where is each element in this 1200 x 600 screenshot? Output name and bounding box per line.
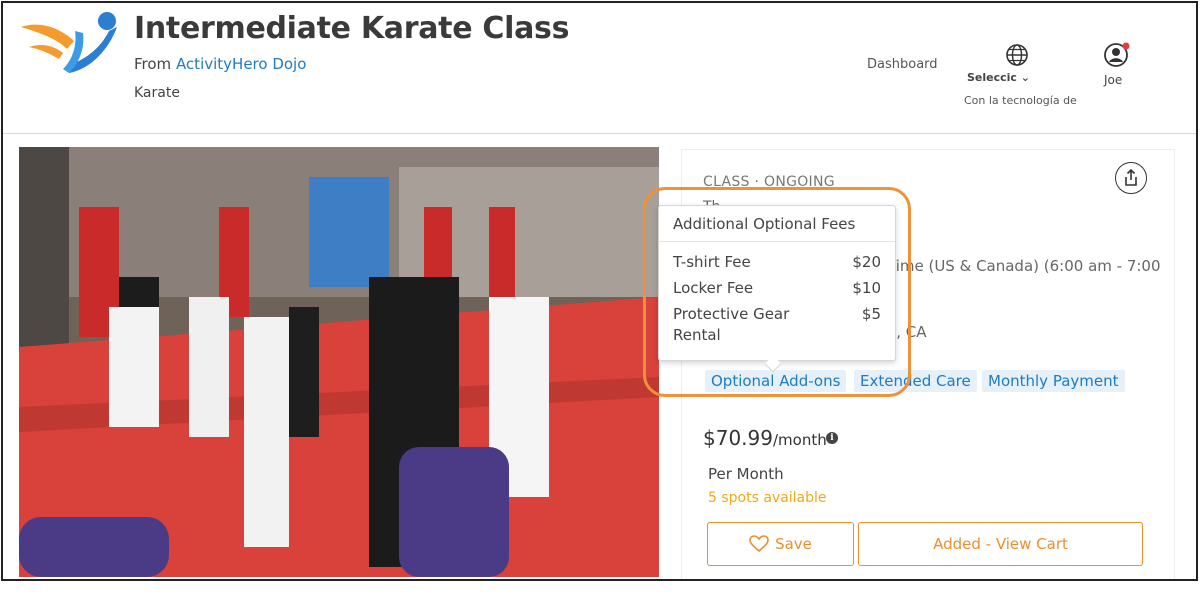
page-title: Intermediate Karate Class <box>134 11 570 46</box>
class-photo <box>19 147 659 577</box>
fee-price: $10 <box>852 279 881 297</box>
language-select-label: Seleccic <box>967 71 1017 84</box>
globe-icon[interactable] <box>1005 43 1029 67</box>
activityhero-logo[interactable] <box>19 9 127 79</box>
user-avatar-icon[interactable] <box>1103 41 1131 69</box>
cart-label: Added - View Cart <box>933 535 1068 553</box>
provider-link[interactable]: ActivityHero Dojo <box>176 55 306 73</box>
schedule-time: Time (US & Canada) (6:00 am - 7:00 <box>887 257 1161 275</box>
header-divider <box>3 133 1196 134</box>
share-button[interactable] <box>1115 162 1147 194</box>
availability-text: 5 spots available <box>708 490 827 506</box>
provider-line: From ActivityHero Dojo <box>134 55 306 73</box>
price: $70.99/month <box>703 426 827 450</box>
fee-price: $20 <box>852 253 881 271</box>
share-icon <box>1125 168 1137 186</box>
heart-icon <box>749 535 769 553</box>
tag-monthly-payment[interactable]: Monthly Payment <box>982 370 1125 392</box>
save-button[interactable]: Save <box>707 522 854 566</box>
fee-name: T-shirt Fee <box>673 253 751 271</box>
view-cart-button[interactable]: Added - View Cart <box>858 522 1143 566</box>
user-name[interactable]: Joe <box>1104 73 1122 87</box>
chevron-down-icon: ⌄ <box>1020 71 1031 84</box>
tag-extended-care[interactable]: Extended Care <box>854 370 977 392</box>
fee-name: Locker Fee <box>673 279 754 297</box>
nav-dashboard-link[interactable]: Dashboard <box>867 57 938 72</box>
info-icon[interactable]: i <box>826 432 838 444</box>
tag-optional-addons[interactable]: Optional Add-ons <box>705 370 847 392</box>
billing-period: Per Month <box>708 465 784 483</box>
class-status: CLASS · ONGOING <box>703 174 835 190</box>
price-unit: /month <box>772 431 827 449</box>
optional-fees-tooltip: Additional Optional Fees T-shirt Fee $20… <box>658 205 896 373</box>
price-amount: $70.99 <box>703 426 773 450</box>
category-label: Karate <box>134 85 180 101</box>
page-frame: Intermediate Karate Class From ActivityH… <box>1 1 1198 581</box>
language-powered-by: Con la tecnología de <box>964 94 1077 107</box>
language-select[interactable]: Seleccic ⌄ <box>967 71 1030 84</box>
from-prefix: From <box>134 55 176 73</box>
tooltip-title: Additional Optional Fees <box>659 206 895 242</box>
fee-name: Protective Gear Rental <box>673 305 790 344</box>
save-label: Save <box>775 535 812 553</box>
fee-price: $5 <box>861 305 881 323</box>
